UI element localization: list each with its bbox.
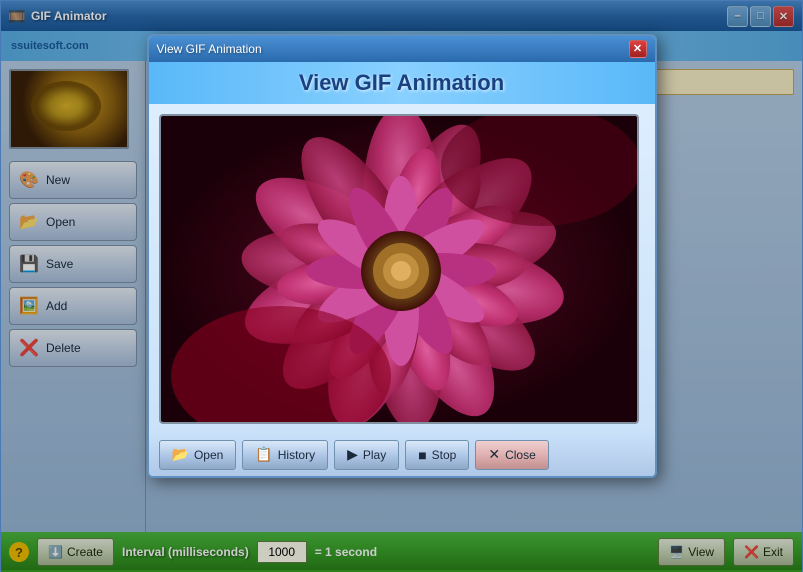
modal-stop-icon: ■ — [418, 447, 426, 463]
modal-history-icon: 📋 — [255, 446, 272, 463]
modal-stop-label: Stop — [432, 448, 457, 462]
modal-close-dialog-icon: ✕ — [488, 446, 500, 463]
modal-close-dialog-label: Close — [505, 448, 536, 462]
flower-image — [159, 114, 639, 424]
app-window: 🎞️ GIF Animator – □ ✕ ssuitesoft.com — [0, 0, 803, 571]
modal-history-button[interactable]: 📋 History — [242, 440, 328, 470]
modal-header-title: View GIF Animation — [149, 70, 655, 96]
view-gif-dialog: View GIF Animation ✕ View GIF Animation — [147, 34, 657, 478]
modal-play-icon: ▶ — [347, 446, 358, 463]
modal-open-label: Open — [194, 448, 223, 462]
modal-overlay: View GIF Animation ✕ View GIF Animation — [1, 1, 802, 570]
modal-play-button[interactable]: ▶ Play — [334, 440, 399, 470]
modal-open-button[interactable]: 📂 Open — [159, 440, 237, 470]
modal-close-button[interactable]: ✕ — [629, 40, 647, 58]
modal-open-icon: 📂 — [172, 446, 189, 463]
modal-body — [149, 104, 655, 434]
modal-header: View GIF Animation — [149, 62, 655, 104]
modal-title-bar: View GIF Animation ✕ — [149, 36, 655, 62]
modal-close-dialog-button[interactable]: ✕ Close — [475, 440, 548, 470]
modal-stop-button[interactable]: ■ Stop — [405, 440, 469, 470]
modal-title: View GIF Animation — [157, 42, 623, 56]
modal-history-label: History — [278, 448, 315, 462]
flower-svg — [161, 116, 639, 424]
modal-play-label: Play — [363, 448, 386, 462]
modal-footer: 📂 Open 📋 History ▶ Play ■ Stop ✕ Clo — [149, 434, 655, 476]
